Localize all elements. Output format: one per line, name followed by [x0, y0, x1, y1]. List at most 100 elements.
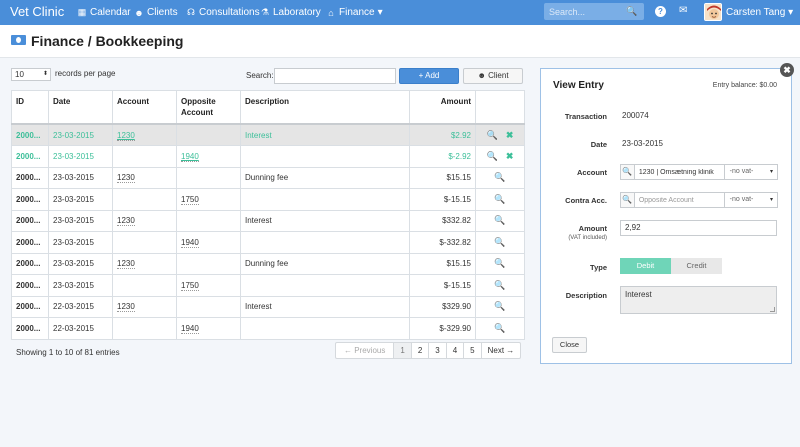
table-search-input[interactable] [274, 68, 396, 84]
amount-label: Amount [578, 224, 607, 233]
delete-icon[interactable]: ✖ [506, 151, 514, 162]
pager-page-1[interactable]: 1 [394, 343, 412, 358]
contra-account-placeholder[interactable]: Opposite Account [635, 197, 724, 204]
table-row[interactable]: 2000... 23-03-2015 1230 Interest $2.92 🔍 ✖ [11, 123, 525, 146]
cell-actions: 🔍 [475, 252, 525, 275]
delete-icon[interactable]: ✖ [506, 130, 514, 141]
nav-calendar[interactable]: ▦ Calendar [77, 7, 131, 18]
cell-opposite-account-link[interactable]: 1940 [181, 151, 199, 162]
table-row[interactable]: 2000... 23-03-2015 1230 Dunning fee $15.15 🔍 [11, 166, 525, 189]
account-value[interactable]: 1230 | Omsætning klinik [635, 169, 724, 176]
table-row[interactable]: 2000... 23-03-2015 1940 $-332.82 🔍 [11, 231, 525, 254]
header-account[interactable]: Account [112, 90, 177, 125]
pager-page-3[interactable]: 3 [429, 343, 447, 358]
type-credit-button[interactable]: Credit [671, 258, 722, 274]
cell-id: 2000... [11, 123, 49, 146]
avatar[interactable] [704, 3, 722, 21]
search-icon[interactable]: 🔍 [626, 6, 637, 17]
contra-vat-select[interactable]: -no vat- ▾ [723, 193, 777, 207]
header-amount[interactable]: Amount [409, 90, 476, 125]
search-icon[interactable]: 🔍 [494, 280, 505, 291]
header-id[interactable]: ID [11, 90, 49, 125]
table-row[interactable]: 2000... 23-03-2015 1230 Dunning fee $15.15 🔍 [11, 252, 525, 275]
table-row[interactable]: 2000... 23-03-2015 1940 $-2.92 🔍 ✖ [11, 145, 525, 168]
cell-amount: $-15.15 [409, 274, 476, 297]
search-icon[interactable]: 🔍 [494, 237, 505, 248]
help-icon[interactable]: ? [655, 6, 666, 17]
search-icon[interactable]: 🔍 [494, 215, 505, 226]
nav-clients[interactable]: ☻ Clients [134, 7, 177, 18]
cell-opposite-account-link[interactable]: 1750 [181, 194, 199, 205]
records-per-page-select[interactable]: 10 ⬍ [11, 68, 51, 81]
transaction-label: Transaction [564, 112, 607, 121]
cell-account: 1230 [112, 123, 177, 146]
cell-account: 1230 [112, 209, 177, 232]
cell-account-link[interactable]: 1230 [117, 259, 135, 270]
cell-actions: 🔍 ✖ [475, 123, 525, 146]
top-navbar: Vet Clinic ▦ Calendar ☻ Clients ☊ Consul… [0, 0, 800, 25]
search-icon[interactable]: 🔍 [487, 151, 498, 162]
search-icon[interactable]: 🔍 [494, 194, 505, 205]
header-date[interactable]: Date [48, 90, 113, 125]
contra-account-field[interactable]: 🔍 Opposite Account -no vat- ▾ [620, 192, 778, 208]
account-vat-select[interactable]: -no vat- ▾ [723, 165, 777, 179]
close-button[interactable]: Close [552, 337, 587, 353]
close-icon[interactable]: ✖ [780, 63, 794, 77]
cell-account-link[interactable]: 1230 [117, 130, 135, 141]
contra-account-label: Contra Acc. [565, 196, 607, 205]
table-row[interactable]: 2000... 23-03-2015 1750 $-15.15 🔍 [11, 188, 525, 211]
amount-input[interactable]: 2,92 [620, 220, 777, 236]
brand-title[interactable]: Vet Clinic [10, 4, 64, 19]
global-search-input[interactable] [544, 6, 626, 17]
account-field[interactable]: 🔍 1230 | Omsætning klinik -no vat- ▾ [620, 164, 778, 180]
cell-account-link[interactable]: 1230 [117, 302, 135, 313]
table-row[interactable]: 2000... 23-03-2015 1230 Interest $332.82 🔍 [11, 209, 525, 232]
search-icon[interactable]: 🔍 [487, 130, 498, 141]
pager-previous[interactable]: ← Previous [336, 343, 395, 358]
mail-icon[interactable]: ✉ [679, 5, 687, 16]
records-per-page-value: 10 [15, 70, 24, 79]
cell-date: 23-03-2015 [48, 252, 113, 275]
table-row[interactable]: 2000... 22-03-2015 1230 Interest $329.90 🔍 [11, 295, 525, 318]
date-label: Date [590, 140, 607, 149]
search-icon[interactable]: 🔍 [494, 172, 505, 183]
account-label: Account [577, 168, 607, 177]
cell-account: 1230 [112, 295, 177, 318]
pager-page-2[interactable]: 2 [412, 343, 430, 358]
nav-finance-label: Finance [339, 7, 375, 18]
client-button[interactable]: ☻ Client [463, 68, 523, 84]
entries-info: Showing 1 to 10 of 81 entries [16, 348, 120, 357]
table-row[interactable]: 2000... 23-03-2015 1750 $-15.15 🔍 [11, 274, 525, 297]
description-textarea[interactable]: Interest [620, 286, 777, 314]
type-toggle: Debit Credit [620, 258, 722, 274]
header-opposite-account[interactable]: Opposite Account [176, 90, 241, 125]
cell-opposite-account-link[interactable]: 1940 [181, 323, 199, 334]
cell-account-link[interactable]: 1230 [117, 173, 135, 184]
table-row[interactable]: 2000... 22-03-2015 1940 $-329.90 🔍 [11, 317, 525, 340]
header-description[interactable]: Description [240, 90, 410, 125]
pager-next[interactable]: Next → [482, 343, 521, 358]
cell-account-link[interactable]: 1230 [117, 216, 135, 227]
nav-consultations-label: Consultations [199, 7, 260, 18]
type-debit-button[interactable]: Debit [620, 258, 671, 274]
search-icon[interactable]: 🔍 [494, 323, 505, 334]
pager-page-5[interactable]: 5 [464, 343, 482, 358]
search-icon[interactable]: 🔍 [621, 165, 635, 179]
search-icon[interactable]: 🔍 [494, 301, 505, 312]
nav-consultations[interactable]: ☊ Consultations [186, 7, 260, 18]
calendar-icon: ▦ [77, 7, 87, 17]
add-button[interactable]: + Add [399, 68, 459, 84]
search-icon[interactable]: 🔍 [494, 258, 505, 269]
pager-page-4[interactable]: 4 [447, 343, 465, 358]
entry-balance: Entry balance: $0.00 [712, 82, 777, 89]
cell-opposite-account-link[interactable]: 1750 [181, 280, 199, 291]
search-icon[interactable]: 🔍 [621, 193, 635, 207]
cell-description: Dunning fee [240, 166, 410, 189]
nav-finance[interactable]: ⌂ Finance ▾ [326, 7, 382, 18]
cell-amount: $15.15 [409, 252, 476, 275]
global-search[interactable]: 🔍 [544, 3, 644, 20]
cell-actions: 🔍 [475, 295, 525, 318]
nav-laboratory[interactable]: ⚗ Laboratory [260, 7, 321, 18]
cell-opposite-account-link[interactable]: 1940 [181, 237, 199, 248]
user-menu[interactable]: Carsten Tang ▾ [726, 7, 793, 18]
